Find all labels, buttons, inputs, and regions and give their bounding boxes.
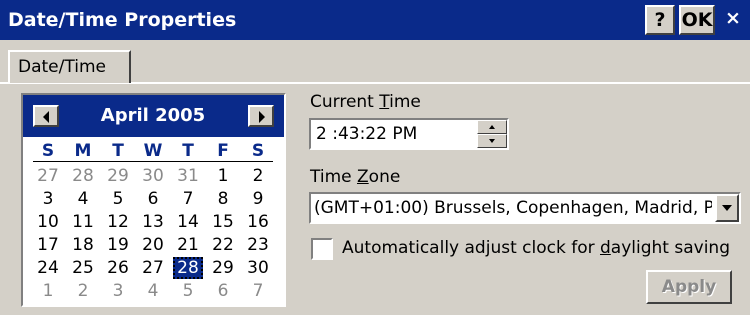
calendar-day[interactable]: 17	[33, 234, 63, 256]
time-zone-label: Time Zone	[310, 167, 401, 187]
calendar-day[interactable]: 28	[68, 165, 98, 187]
calendar-day[interactable]: 14	[173, 211, 203, 233]
time-zone-select[interactable]: (GMT+01:00) Brussels, Copenhagen, Madrid…	[309, 192, 741, 224]
calendar-day[interactable]: 6	[208, 280, 238, 302]
calendar-day[interactable]: 13	[138, 211, 168, 233]
weekday-label: F	[217, 141, 229, 161]
time-spin-down-button[interactable]	[477, 134, 507, 148]
calendar-day[interactable]: 23	[243, 234, 273, 256]
calendar-day[interactable]: 16	[243, 211, 273, 233]
calendar-day[interactable]: 4	[138, 280, 168, 302]
selected-day[interactable]: 28	[173, 257, 203, 279]
calendar-day[interactable]: 27	[33, 165, 63, 187]
tab-date-time[interactable]: Date/Time	[8, 50, 131, 83]
daylight-saving-label[interactable]: Automatically adjust clock for daylight …	[342, 238, 730, 258]
calendar-day[interactable]: 10	[33, 211, 63, 233]
calendar-day[interactable]: 2	[68, 280, 98, 302]
calendar-day[interactable]: 5	[173, 280, 203, 302]
right-arrow-icon	[259, 111, 265, 123]
time-value: 2 :43:22 PM	[316, 124, 418, 144]
calendar-day[interactable]: 21	[173, 234, 203, 256]
spin-down-icon	[489, 139, 495, 143]
calendar-day[interactable]: 18	[68, 234, 98, 256]
calendar-day[interactable]: 29	[103, 165, 133, 187]
weekday-label: T	[182, 141, 194, 161]
calendar-day[interactable]: 27	[138, 257, 168, 279]
time-spin-up-button[interactable]	[477, 120, 507, 134]
weekday-label: S	[41, 141, 55, 161]
calendar-header: April 2005	[23, 95, 284, 137]
date-time-properties-window: Date/Time Properties ? OK × Date/Time Ap…	[0, 0, 750, 315]
calendar-day[interactable]: 1	[33, 280, 63, 302]
current-time-label: Current Time	[310, 92, 421, 112]
daylight-saving-checkbox[interactable]	[311, 238, 333, 260]
calendar-day[interactable]: 30	[138, 165, 168, 187]
left-arrow-icon	[43, 111, 49, 123]
help-button[interactable]: ?	[645, 5, 675, 35]
calendar-day[interactable]: 12	[103, 211, 133, 233]
calendar-day[interactable]: 29	[208, 257, 238, 279]
calendar-day[interactable]: 30	[243, 257, 273, 279]
current-time-field[interactable]: 2 :43:22 PM	[309, 118, 509, 150]
next-month-button[interactable]	[248, 105, 274, 127]
calendar-day[interactable]: 6	[138, 188, 168, 210]
weekday-label: T	[112, 141, 124, 161]
calendar-day[interactable]: 8	[208, 188, 238, 210]
tab-strip: Date/Time	[0, 40, 750, 83]
calendar-day[interactable]: 9	[243, 188, 273, 210]
calendar-day[interactable]: 26	[103, 257, 133, 279]
calendar-day[interactable]: 20	[138, 234, 168, 256]
window-title: Date/Time Properties	[8, 9, 237, 31]
calendar-day[interactable]: 3	[33, 188, 63, 210]
close-button[interactable]: ×	[719, 5, 747, 35]
weekday-label: W	[143, 141, 163, 161]
spin-up-icon	[489, 125, 495, 129]
calendar-day[interactable]: 4	[68, 188, 98, 210]
ok-button[interactable]: OK	[679, 5, 715, 35]
calendar-day[interactable]: 15	[208, 211, 238, 233]
calendar-day[interactable]: 31	[173, 165, 203, 187]
calendar-day[interactable]: 19	[103, 234, 133, 256]
title-bar: Date/Time Properties ? OK ×	[0, 0, 750, 40]
month-label: April 2005	[100, 105, 206, 126]
weekday-divider	[33, 161, 273, 162]
calendar-day[interactable]: 1	[208, 165, 238, 187]
weekday-label: M	[74, 141, 92, 161]
time-zone-value: (GMT+01:00) Brussels, Copenhagen, Madrid…	[314, 198, 712, 218]
month-calendar[interactable]: April 2005 SMTWTFS 27 28 29 30 31 1 2 3 4 5 6 7 8 9 10…	[21, 93, 286, 307]
calendar-day[interactable]: 5	[103, 188, 133, 210]
calendar-day[interactable]: 11	[68, 211, 98, 233]
chevron-down-icon	[722, 205, 732, 211]
weekday-label: S	[251, 141, 265, 161]
calendar-day[interactable]: 2	[243, 165, 273, 187]
calendar-day[interactable]: 3	[103, 280, 133, 302]
time-zone-dropdown-button[interactable]	[715, 194, 739, 222]
previous-month-button[interactable]	[33, 105, 59, 127]
apply-button[interactable]: Apply	[646, 270, 732, 304]
calendar-day[interactable]: 24	[33, 257, 63, 279]
calendar-day[interactable]: 25	[68, 257, 98, 279]
calendar-day[interactable]: 7	[243, 280, 273, 302]
calendar-day[interactable]: 22	[208, 234, 238, 256]
calendar-day[interactable]: 7	[173, 188, 203, 210]
